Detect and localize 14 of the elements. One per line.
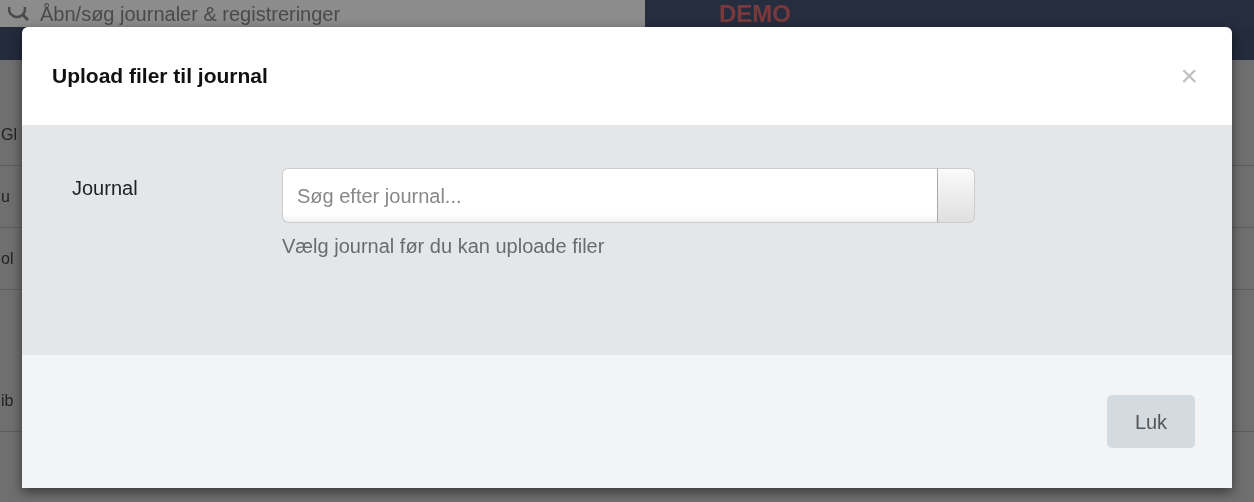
help-text: Vælg journal før du kan uploade filer xyxy=(282,234,606,259)
close-button[interactable]: Luk xyxy=(1107,395,1195,448)
search-field[interactable]: Søg efter journal... xyxy=(282,168,937,223)
row-text: Gl xyxy=(1,124,17,145)
close-button[interactable]: × xyxy=(1176,61,1202,91)
brand-logo-text: DEMO xyxy=(719,0,791,27)
row-text: u xyxy=(1,186,10,207)
dropdown-button[interactable] xyxy=(937,168,975,223)
row-text: ib xyxy=(1,390,14,411)
search-icon xyxy=(8,6,30,21)
search-bar[interactable]: Åbn/søg journaler & registreringer xyxy=(0,0,645,27)
row-text: ol xyxy=(1,248,14,269)
modal-title: Upload filer til journal xyxy=(52,63,268,89)
field-label: Journal xyxy=(72,176,139,201)
